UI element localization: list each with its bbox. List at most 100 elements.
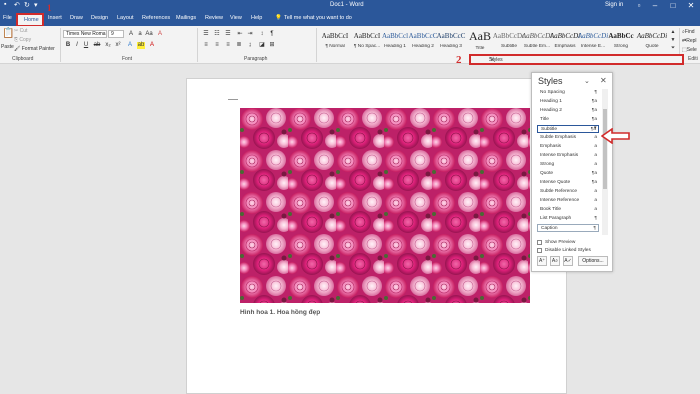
- minimize-icon[interactable]: –: [646, 0, 664, 12]
- undo-icon[interactable]: ↶: [14, 1, 20, 9]
- replace-button[interactable]: ⇄Repl: [682, 38, 697, 44]
- save-icon[interactable]: ▪: [4, 1, 6, 8]
- style-item-strong[interactable]: Strong a: [537, 161, 599, 169]
- align-left-icon[interactable]: ≡: [202, 42, 210, 49]
- sort-icon[interactable]: ↕: [258, 31, 266, 38]
- format-painter-button[interactable]: 🖌 Format Painter: [14, 46, 55, 52]
- underline-icon[interactable]: U: [82, 42, 90, 49]
- maximize-icon[interactable]: □: [664, 0, 682, 12]
- style-item-intense-emphasis[interactable]: Intense Emphasis a: [537, 152, 599, 160]
- style-item-quote[interactable]: Quote ¶a: [537, 170, 599, 178]
- highlight-icon[interactable]: ab: [137, 42, 145, 49]
- manage-styles-icon[interactable]: A✓: [563, 256, 573, 266]
- font-size-box[interactable]: 9: [108, 30, 124, 38]
- line-spacing-icon[interactable]: ↨: [246, 42, 254, 49]
- font-color-icon[interactable]: A: [148, 42, 156, 49]
- change-case-icon[interactable]: Aa: [145, 31, 153, 38]
- style-inspector-icon[interactable]: A⌕: [550, 256, 560, 266]
- tab-references[interactable]: References: [142, 15, 170, 21]
- customize-quick-access-icon[interactable]: ▾: [34, 1, 38, 9]
- increase-indent-icon[interactable]: ⇥: [246, 31, 254, 38]
- tab-insert[interactable]: Insert: [48, 15, 62, 21]
- bold-icon[interactable]: B: [64, 42, 72, 49]
- style-dropdown-icon[interactable]: ▾: [594, 125, 597, 131]
- cut-button[interactable]: ✂ Cut: [14, 28, 27, 34]
- tab-view[interactable]: View: [230, 15, 242, 21]
- tab-mailings[interactable]: Mailings: [176, 15, 196, 21]
- style-strong[interactable]: AaBbCc Strong: [604, 28, 638, 52]
- justify-icon[interactable]: ≣: [235, 42, 243, 49]
- select-button[interactable]: ⬚Sele: [682, 47, 697, 53]
- text-effects-icon[interactable]: A: [126, 42, 134, 49]
- scrollbar-thumb[interactable]: [603, 109, 607, 189]
- show-preview-checkbox[interactable]: [537, 240, 542, 245]
- options-button[interactable]: Options...: [578, 256, 608, 266]
- borders-icon[interactable]: ⊞: [268, 42, 276, 49]
- multilevel-list-icon[interactable]: ☰: [224, 31, 232, 38]
- select-label: Sele: [686, 47, 697, 53]
- style-item-heading-2[interactable]: Heading 2 ¶a: [537, 107, 599, 115]
- tab-help[interactable]: Help: [251, 15, 262, 21]
- style-item-subtitle[interactable]: Subtitle ¶a: [537, 125, 599, 133]
- numbering-icon[interactable]: ☷: [213, 31, 221, 38]
- pointer-arrow-icon: [601, 128, 630, 144]
- shading-icon[interactable]: ◪: [258, 42, 266, 49]
- group-divider: [316, 28, 317, 62]
- copy-button[interactable]: ⎘ Copy: [14, 37, 31, 43]
- grow-font-icon[interactable]: A: [127, 31, 135, 38]
- style-item-title[interactable]: Title ¶a: [537, 116, 599, 124]
- sign-in-link[interactable]: Sign in: [605, 2, 623, 8]
- styles-scrollbar[interactable]: [602, 89, 608, 235]
- pane-options-chevron-icon[interactable]: ⌄: [584, 77, 590, 85]
- tab-layout[interactable]: Layout: [117, 15, 134, 21]
- style-item-caption[interactable]: Caption ¶: [537, 224, 599, 232]
- strikethrough-icon[interactable]: ab: [93, 42, 101, 49]
- rose-photo[interactable]: [240, 108, 530, 303]
- gallery-scroll-up-icon[interactable]: ▲: [669, 29, 677, 36]
- tab-home[interactable]: Home: [16, 13, 44, 27]
- style-item-intense-reference[interactable]: Intense Reference a: [537, 197, 599, 205]
- clear-formatting-icon[interactable]: A: [156, 31, 164, 38]
- close-icon[interactable]: ✕: [682, 0, 700, 12]
- style-item-subtle-emphasis[interactable]: Subtle Emphasis a: [537, 134, 599, 142]
- style-item-label: Quote: [540, 171, 554, 176]
- show-formatting-marks-icon[interactable]: ¶: [268, 31, 276, 38]
- italic-icon[interactable]: I: [73, 42, 81, 49]
- style-item-no-spacing[interactable]: No Spacing ¶: [537, 89, 599, 97]
- decrease-indent-icon[interactable]: ⇤: [236, 31, 244, 38]
- style-item-book-title[interactable]: Book Title a: [537, 206, 599, 214]
- tab-draw[interactable]: Draw: [70, 15, 83, 21]
- style-item-subtle-reference[interactable]: Subtle Reference a: [537, 188, 599, 196]
- superscript-icon[interactable]: x²: [114, 42, 122, 49]
- tab-design[interactable]: Design: [91, 15, 108, 21]
- find-button[interactable]: ⌕Find: [682, 29, 695, 35]
- show-preview-label: Show Preview: [545, 240, 576, 245]
- style-item-emphasis[interactable]: Emphasis a: [537, 143, 599, 151]
- tab-review[interactable]: Review: [205, 15, 223, 21]
- styles-dialog-launcher-icon[interactable]: ⇲: [489, 56, 678, 63]
- copy-label: Copy: [19, 37, 32, 43]
- tell-me-search[interactable]: Tell me what you want to do: [284, 15, 352, 21]
- new-style-icon[interactable]: A⁺: [537, 256, 547, 266]
- gallery-more-icon[interactable]: ⏷: [669, 45, 677, 52]
- font-name-box[interactable]: Times New Roma: [63, 30, 107, 38]
- bullets-icon[interactable]: ☰: [202, 31, 210, 38]
- tab-file[interactable]: File: [3, 15, 12, 21]
- styles-group-bar[interactable]: Styles ⇲: [469, 54, 684, 65]
- paste-icon[interactable]: 📋: [2, 29, 14, 42]
- style-item-heading-1[interactable]: Heading 1 ¶a: [537, 98, 599, 106]
- align-right-icon[interactable]: ≡: [224, 42, 232, 49]
- shrink-font-icon[interactable]: a: [136, 31, 144, 38]
- figure-caption[interactable]: Hình hoa 1. Hoa hồng đẹp: [240, 309, 320, 316]
- gallery-scroll-down-icon[interactable]: ▼: [669, 37, 677, 44]
- style-item-intense-quote[interactable]: Intense Quote ¶a: [537, 179, 599, 187]
- style-item-list-paragraph[interactable]: List Paragraph ¶: [537, 215, 599, 223]
- style-normal[interactable]: AaBbCcI ¶ Normal: [318, 28, 352, 52]
- paste-button[interactable]: Paste: [1, 44, 14, 50]
- pane-close-icon[interactable]: ✕: [600, 76, 607, 85]
- disable-linked-styles-checkbox[interactable]: [537, 248, 542, 253]
- align-center-icon[interactable]: ≡: [213, 42, 221, 49]
- subscript-icon[interactable]: x₂: [104, 42, 112, 49]
- redo-icon[interactable]: ↻: [24, 1, 30, 9]
- style-quote[interactable]: AaBbCcDi Quote: [636, 28, 668, 52]
